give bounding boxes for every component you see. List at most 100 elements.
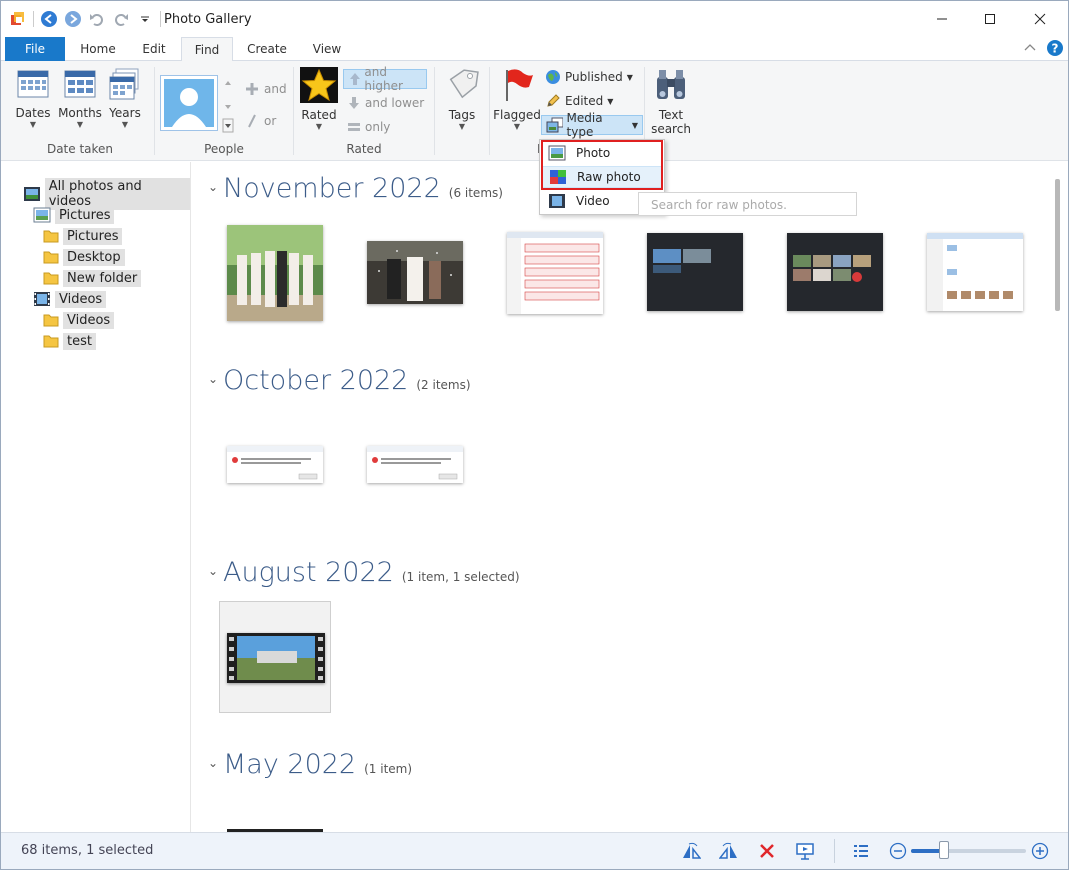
- nav-label: Videos: [63, 311, 115, 329]
- tab-find[interactable]: Find: [181, 37, 233, 62]
- nav-item-all-photos[interactable]: All photos and videos: [23, 178, 190, 210]
- close-button[interactable]: [1017, 1, 1063, 37]
- chevron-down-icon[interactable]: ⌄: [208, 180, 218, 194]
- equals-icon: [348, 123, 360, 131]
- raw-photo-search-tooltip: Search for raw photos.: [638, 192, 857, 216]
- video-thumbnail-selected[interactable]: [219, 601, 331, 713]
- customize-qat-icon[interactable]: [136, 10, 154, 28]
- nav-label: Desktop: [63, 248, 125, 266]
- media-type-button[interactable]: Media type ▼: [541, 111, 643, 139]
- highlight-annotation-box: [541, 140, 663, 190]
- people-gallery[interactable]: [160, 75, 218, 131]
- delete-icon[interactable]: [757, 841, 777, 861]
- collapse-ribbon-icon[interactable]: [1023, 41, 1037, 58]
- nav-item-videos-folder[interactable]: Videos: [43, 310, 115, 330]
- nav-item-pictures-folder[interactable]: Pictures: [43, 226, 123, 246]
- group-date-taken: Dates ▼ Months ▼ Years ▼ Date taken: [7, 65, 153, 159]
- only-button[interactable]: only: [343, 117, 394, 137]
- film-strip-icon: [227, 633, 325, 683]
- tags-button[interactable]: Tags ▼: [440, 67, 484, 132]
- months-label: Months: [58, 106, 102, 120]
- chevron-down-icon: ▼: [607, 96, 614, 106]
- chevron-down-icon: ▼: [29, 120, 37, 129]
- years-label: Years: [109, 106, 141, 120]
- app-icon[interactable]: [9, 10, 27, 28]
- status-text: 68 items, 1 selected: [21, 843, 154, 858]
- rated-button[interactable]: Rated ▼: [299, 67, 339, 132]
- zoom-slider-track[interactable]: [911, 849, 1026, 853]
- dates-button[interactable]: Dates ▼: [11, 67, 55, 130]
- redo-icon[interactable]: [112, 10, 130, 28]
- maximize-button[interactable]: [967, 1, 1013, 37]
- text-search-label-1: Text: [658, 108, 684, 122]
- tab-edit[interactable]: Edit: [131, 37, 177, 61]
- published-button[interactable]: Published ▼: [541, 67, 637, 87]
- photo-thumbnail[interactable]: [227, 225, 323, 321]
- group-people: and or People: [156, 65, 292, 159]
- dialog-thumbnail[interactable]: [227, 446, 323, 483]
- tab-create[interactable]: Create: [239, 37, 295, 61]
- binoculars-icon: [657, 70, 685, 99]
- photo-thumbnail[interactable]: [367, 241, 463, 304]
- edited-button[interactable]: Edited ▼: [541, 91, 617, 111]
- nav-item-videos-library[interactable]: Videos: [33, 289, 107, 309]
- dialog-thumbnail[interactable]: [367, 446, 463, 483]
- gallery-main-area: ⌄ November 2022 (6 items) ⌄ October 2022…: [192, 162, 1050, 832]
- section-header-may[interactable]: May 2022 (1 item): [223, 749, 412, 780]
- months-button[interactable]: Months ▼: [57, 67, 103, 130]
- nav-item-pictures-library[interactable]: Pictures: [33, 205, 115, 225]
- nav-item-new-folder[interactable]: New folder: [43, 268, 142, 288]
- zoom-slider-thumb[interactable]: [939, 841, 949, 859]
- pictures-icon: [33, 207, 51, 223]
- screenshot-thumbnail[interactable]: [787, 233, 883, 311]
- back-icon[interactable]: [40, 10, 58, 28]
- nav-label: test: [63, 332, 96, 350]
- slideshow-icon[interactable]: [795, 841, 815, 861]
- text-search-button[interactable]: Text search: [648, 67, 694, 136]
- folder-icon: [43, 251, 59, 264]
- edited-label: Edited: [565, 94, 604, 108]
- nav-item-test[interactable]: test: [43, 331, 96, 351]
- and-lower-button[interactable]: and lower: [343, 93, 428, 113]
- tab-home[interactable]: Home: [71, 37, 125, 61]
- chevron-down-icon[interactable]: ⌄: [208, 564, 218, 578]
- tab-view[interactable]: View: [301, 37, 353, 61]
- forward-icon[interactable]: [64, 10, 82, 28]
- scrollbar-thumb[interactable]: [1055, 179, 1060, 311]
- rotate-right-icon[interactable]: [719, 841, 739, 861]
- nav-item-desktop[interactable]: Desktop: [43, 247, 125, 267]
- section-title: October 2022: [223, 365, 409, 396]
- people-and-button[interactable]: and: [240, 79, 291, 99]
- years-button[interactable]: Years ▼: [105, 67, 145, 130]
- screenshot-thumbnail[interactable]: [927, 233, 1023, 311]
- minimize-button[interactable]: [919, 1, 965, 37]
- section-header-october[interactable]: October 2022 (2 items): [223, 365, 471, 396]
- section-header-august[interactable]: August 2022 (1 item, 1 selected): [223, 557, 520, 588]
- dates-label: Dates: [15, 106, 51, 120]
- chevron-down-icon: ▼: [315, 122, 323, 131]
- film-icon: [34, 292, 50, 306]
- flagged-button[interactable]: Flagged ▼: [493, 67, 541, 132]
- section-header-november[interactable]: November 2022 (6 items): [223, 173, 503, 204]
- screenshot-thumbnail[interactable]: [507, 232, 603, 314]
- calendar-icon: [17, 70, 49, 98]
- chevron-down-icon[interactable]: ⌄: [208, 756, 218, 770]
- calendar-years-icon: [109, 68, 139, 100]
- chevron-down-icon: ▼: [458, 122, 466, 131]
- chevron-down-icon[interactable]: ⌄: [208, 372, 218, 386]
- undo-icon[interactable]: [88, 10, 106, 28]
- rotate-left-icon[interactable]: [681, 841, 701, 861]
- screenshot-thumbnail[interactable]: [647, 233, 743, 311]
- zoom-out-icon[interactable]: [888, 841, 908, 861]
- help-icon[interactable]: ?: [1046, 39, 1064, 60]
- details-view-icon[interactable]: [851, 841, 871, 861]
- tab-file[interactable]: File: [5, 37, 65, 61]
- zoom-in-icon[interactable]: [1030, 841, 1050, 861]
- and-higher-button[interactable]: and higher: [343, 65, 427, 93]
- section-title: May 2022: [223, 749, 357, 780]
- people-gallery-scroll[interactable]: [222, 75, 234, 133]
- title-bar: Photo Gallery: [1, 1, 1068, 37]
- folder-icon: [43, 272, 59, 285]
- people-or-button[interactable]: or: [240, 111, 280, 131]
- group-divider: [154, 67, 155, 155]
